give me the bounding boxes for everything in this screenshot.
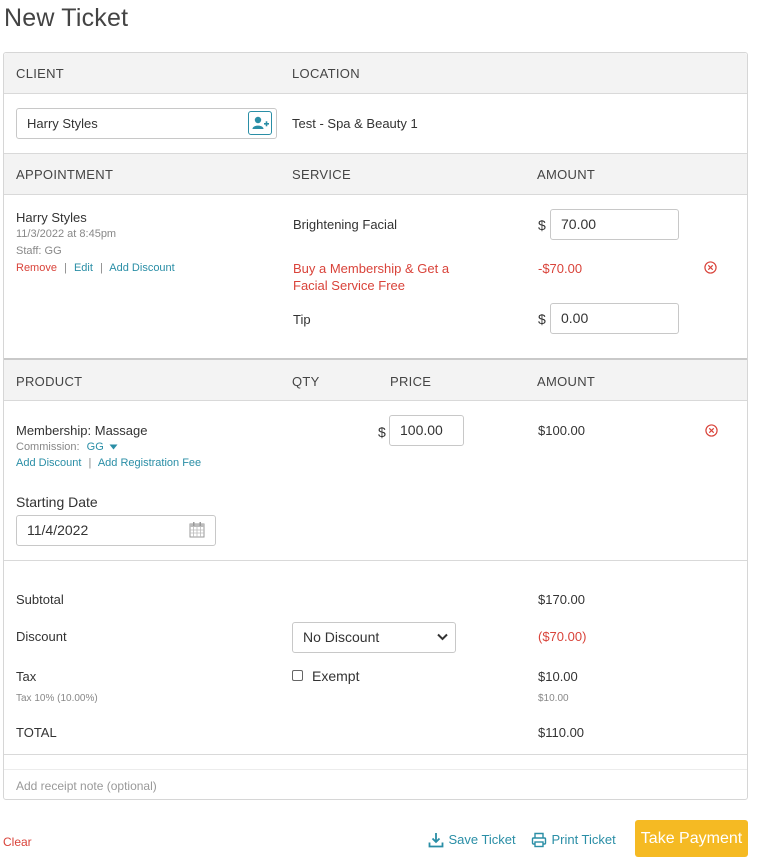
starting-date-value: 11/4/2022 <box>27 522 89 538</box>
service-amount-value: 70.00 <box>561 216 597 232</box>
commission-value: GG <box>86 441 104 453</box>
commission-select[interactable]: GG <box>87 441 118 453</box>
commission-row: Commission: GG <box>16 441 118 453</box>
product-amount: $100.00 <box>538 423 585 438</box>
commission-label: Commission: <box>16 441 80 453</box>
starting-date-input[interactable]: 11/4/2022 <box>16 515 216 546</box>
product-amount-header: AMOUNT <box>537 374 596 389</box>
client-header: CLIENT <box>16 66 65 81</box>
product-header-band <box>4 360 747 400</box>
save-ticket-button[interactable]: Save Ticket <box>428 831 516 849</box>
remove-promo-icon[interactable] <box>704 261 717 274</box>
promo-line-1: Buy a Membership & Get a <box>293 261 450 276</box>
appointment-staff: Staff: GG <box>16 245 62 257</box>
calendar-icon[interactable] <box>189 521 205 538</box>
client-input[interactable]: Harry Styles <box>16 108 277 139</box>
remove-link[interactable]: Remove <box>16 262 57 274</box>
location-value: Test - Spa & Beauty 1 <box>292 116 418 131</box>
service-header: SERVICE <box>292 167 351 182</box>
save-ticket-label: Save Ticket <box>448 832 516 847</box>
tip-input[interactable]: 0.00 <box>550 303 679 334</box>
product-header: PRODUCT <box>16 374 83 389</box>
edit-link[interactable]: Edit <box>74 262 93 274</box>
page-title: New Ticket <box>4 4 129 32</box>
chevron-down-icon <box>437 633 448 641</box>
appointment-header-band <box>4 154 747 194</box>
exempt-label: Exempt <box>312 668 360 684</box>
amount-header: AMOUNT <box>537 167 596 182</box>
price-input[interactable]: 100.00 <box>389 415 464 446</box>
download-icon <box>428 832 444 848</box>
receipt-note-placeholder: Add receipt note (optional) <box>16 779 157 793</box>
add-registration-fee-link[interactable]: Add Registration Fee <box>98 457 201 469</box>
tax-detail-label: Tax 10% (10.00%) <box>16 693 98 704</box>
product-name: Membership: Massage <box>16 423 148 438</box>
total-value: $110.00 <box>538 725 585 740</box>
remove-product-icon[interactable] <box>705 424 718 437</box>
print-ticket-button[interactable]: Print Ticket <box>531 831 616 849</box>
service-amount-input[interactable]: 70.00 <box>550 209 679 240</box>
service-name: Brightening Facial <box>293 217 398 232</box>
tax-value: $10.00 <box>538 669 578 684</box>
price-currency: $ <box>378 424 386 440</box>
promo-line-2: Facial Service Free <box>293 278 405 293</box>
promo-amount: -$70.00 <box>538 261 583 276</box>
appointment-datetime: 11/3/2022 at 8:45pm <box>16 228 117 240</box>
clear-link[interactable]: Clear <box>3 835 32 849</box>
printer-icon <box>531 832 547 847</box>
service-currency: $ <box>538 217 546 233</box>
print-ticket-label: Print Ticket <box>551 832 616 847</box>
add-user-icon <box>252 116 269 129</box>
subtotal-label: Subtotal <box>16 592 64 607</box>
discount-select[interactable]: No Discount <box>292 622 456 653</box>
qty-header: QTY <box>292 374 320 389</box>
price-value: 100.00 <box>400 422 443 438</box>
add-client-button[interactable] <box>248 111 272 135</box>
appointment-header: APPOINTMENT <box>16 167 114 182</box>
discount-value: ($70.00) <box>538 629 587 644</box>
client-header-band <box>4 53 747 93</box>
total-label: TOTAL <box>16 725 57 740</box>
client-input-value: Harry Styles <box>27 116 98 131</box>
appointment-client-name: Harry Styles <box>16 210 87 225</box>
add-discount-link[interactable]: Add Discount <box>109 262 174 274</box>
discount-label: Discount <box>16 629 67 644</box>
take-payment-button[interactable]: Take Payment <box>635 820 748 857</box>
appointment-actions: Remove | Edit | Add Discount <box>16 262 175 274</box>
tip-label: Tip <box>293 312 311 327</box>
receipt-note-input[interactable]: Add receipt note (optional) <box>4 770 747 800</box>
promo-description: Buy a Membership & Get a Facial Service … <box>293 260 449 294</box>
discount-select-value: No Discount <box>303 629 380 645</box>
ticket-panel: CLIENT LOCATION Harry Styles Test - Spa … <box>3 52 748 800</box>
starting-date-label: Starting Date <box>16 494 98 510</box>
price-header: PRICE <box>390 374 432 389</box>
exempt-checkbox[interactable] <box>292 670 303 681</box>
product-actions: Add Discount | Add Registration Fee <box>16 457 202 469</box>
subtotal-value: $170.00 <box>538 592 585 607</box>
tip-currency: $ <box>538 311 546 327</box>
caret-down-icon <box>109 444 118 450</box>
location-header: LOCATION <box>292 66 360 81</box>
tax-detail-value: $10.00 <box>538 693 569 704</box>
product-add-discount-link[interactable]: Add Discount <box>16 457 81 469</box>
tax-label: Tax <box>16 669 37 684</box>
tip-value: 0.00 <box>561 310 589 326</box>
